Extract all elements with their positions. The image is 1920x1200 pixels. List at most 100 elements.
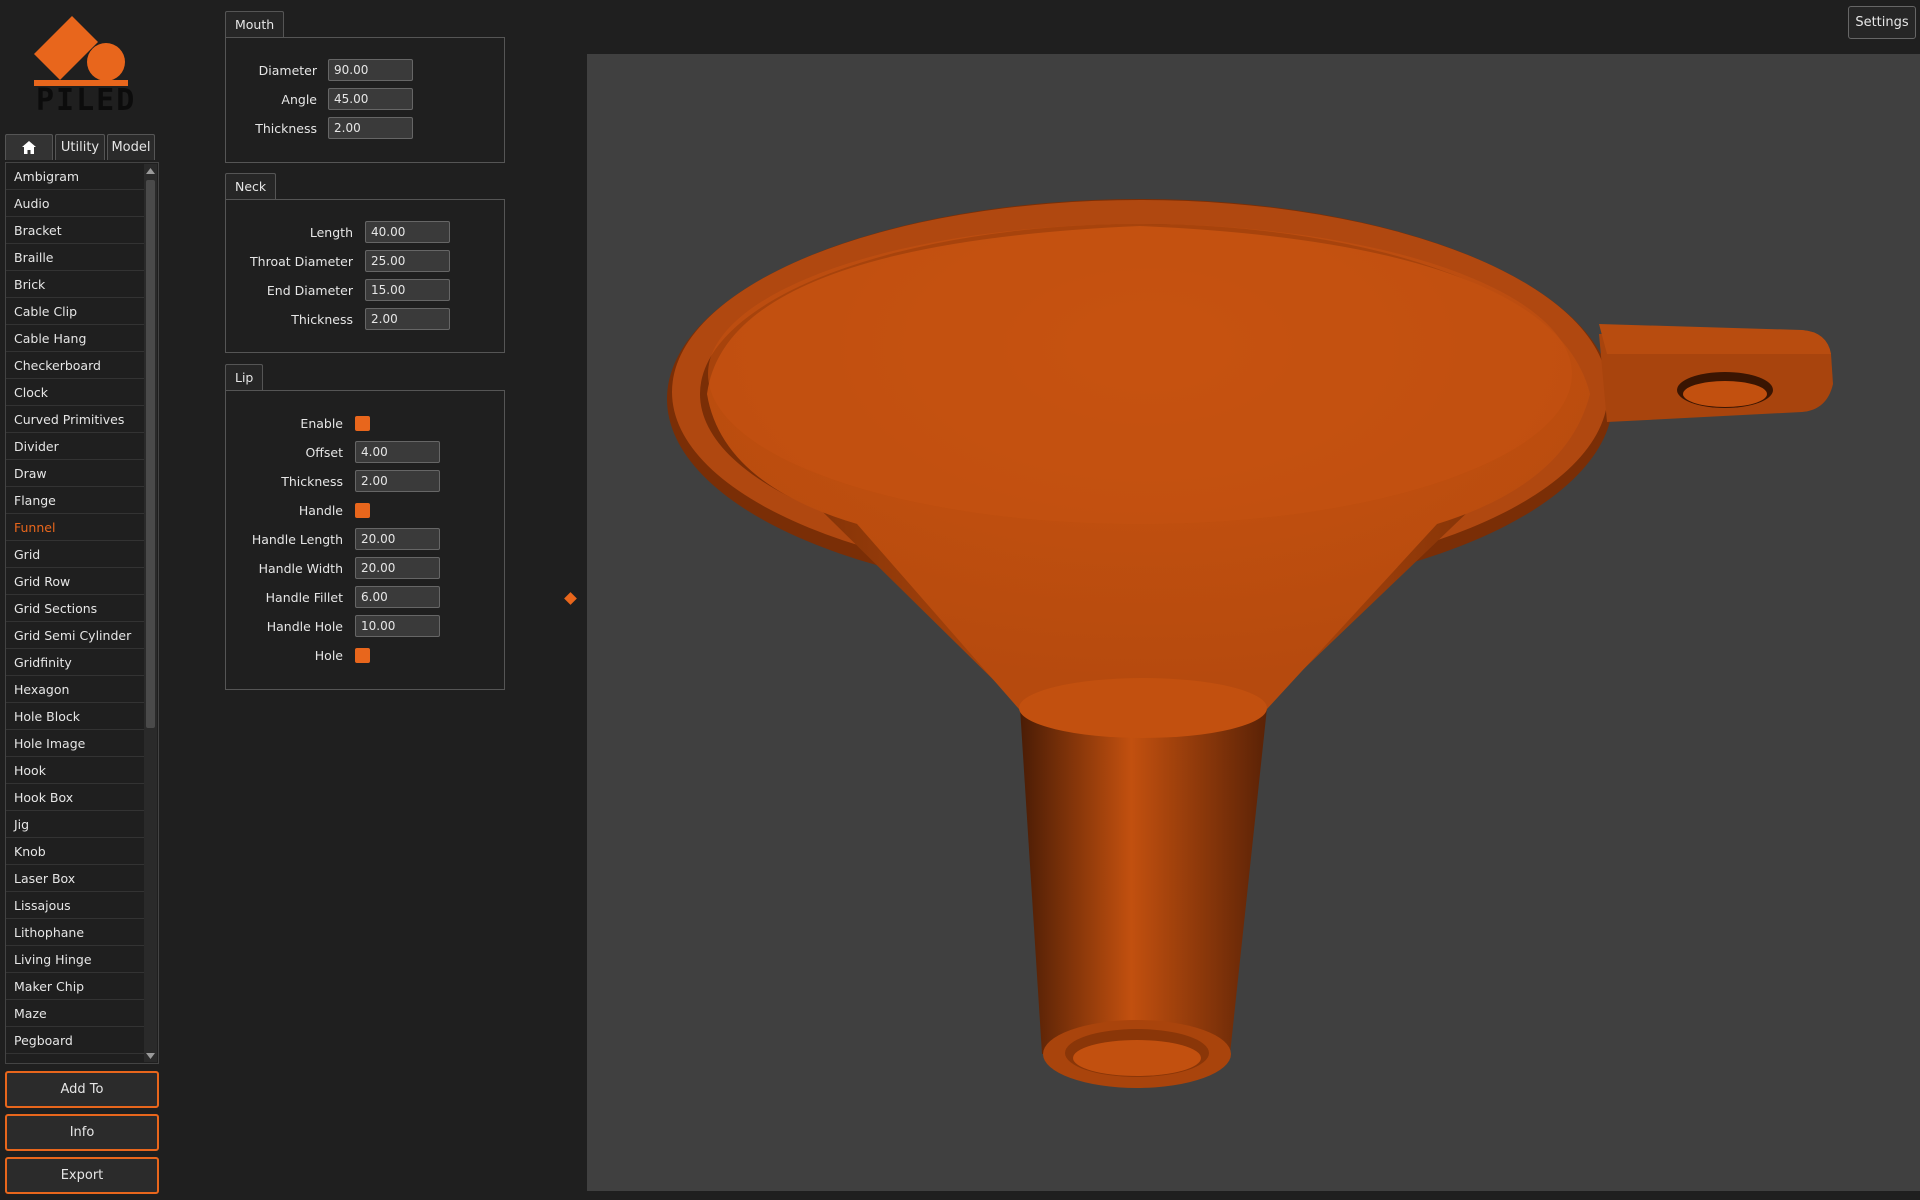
model-list-item[interactable]: Ambigram	[6, 163, 144, 190]
neck-group-title: Neck	[225, 173, 277, 199]
category-tabs: Utility Model	[5, 134, 155, 160]
mouth-angle-input[interactable]	[328, 88, 413, 110]
model-list-item[interactable]: Grid Row	[6, 568, 144, 595]
lip-handle-width-input[interactable]	[355, 557, 440, 579]
splitter-handle[interactable]	[564, 592, 577, 605]
lip-handle-fillet-input[interactable]	[355, 586, 440, 608]
model-list-item[interactable]: Hole Image	[6, 730, 144, 757]
model-list-item[interactable]: Grid	[6, 541, 144, 568]
mouth-diameter-input[interactable]	[328, 59, 413, 81]
model-list-item[interactable]: Cable Hang	[6, 325, 144, 352]
model-list-item[interactable]: Grid Semi Cylinder	[6, 622, 144, 649]
mouth-thickness-label: Thickness	[255, 120, 317, 136]
lip-enable-checkbox[interactable]	[355, 415, 370, 431]
model-list-item[interactable]: Braille	[6, 244, 144, 271]
neck-throat-diameter-row: Throat Diameter	[225, 249, 450, 273]
model-list-item[interactable]: Maze	[6, 1000, 144, 1027]
model-list-item[interactable]: Curved Primitives	[6, 406, 144, 433]
lip-handle-fillet-label: Handle Fillet	[265, 589, 343, 605]
3d-viewport[interactable]	[587, 54, 1920, 1191]
neck-end-diameter-input[interactable]	[365, 279, 450, 301]
mouth-thickness-input[interactable]	[328, 117, 413, 139]
model-list-item[interactable]: Draw	[6, 460, 144, 487]
tab-model[interactable]: Model	[107, 134, 155, 160]
model-list-item[interactable]: Jig	[6, 811, 144, 838]
neck-throat-diameter-input[interactable]	[365, 250, 450, 272]
model-list-item[interactable]: Checkerboard	[6, 352, 144, 379]
tab-utility[interactable]: Utility	[55, 134, 105, 160]
lip-handle-hole-row: Handle Hole	[225, 614, 440, 638]
model-list-item[interactable]: Audio	[6, 190, 144, 217]
neck-length-input[interactable]	[365, 221, 450, 243]
lip-handle-width-label: Handle Width	[258, 560, 343, 576]
lip-handle-width-row: Handle Width	[225, 556, 440, 580]
lip-offset-row: Offset	[225, 440, 440, 464]
lip-handle-hole-label: Handle Hole	[266, 618, 343, 634]
model-list-item[interactable]: Pegboard	[6, 1027, 144, 1054]
lip-thickness-row: Thickness	[225, 469, 440, 493]
model-list-item[interactable]: Clock	[6, 379, 144, 406]
lip-hole-label: Hole	[314, 647, 343, 663]
neck-end-diameter-label: End Diameter	[266, 282, 353, 298]
neck-thickness-label: Thickness	[291, 311, 353, 327]
model-list-item[interactable]: Maker Chip	[6, 973, 144, 1000]
export-button[interactable]: Export	[5, 1157, 159, 1194]
lip-offset-input[interactable]	[355, 441, 440, 463]
scrollbar-thumb[interactable]	[146, 180, 155, 728]
model-list-item[interactable]: Gridfinity	[6, 649, 144, 676]
model-list-item[interactable]: Grid Sections	[6, 595, 144, 622]
lip-hole-checkbox[interactable]	[355, 647, 370, 663]
mouth-diameter-row: Diameter	[225, 58, 413, 82]
model-list-scrollbar[interactable]	[144, 164, 157, 1062]
add-to-button[interactable]: Add To	[5, 1071, 159, 1108]
lip-handle-length-label: Handle Length	[251, 531, 343, 547]
lip-thickness-input[interactable]	[355, 470, 440, 492]
model-list-item[interactable]: Hexagon	[6, 676, 144, 703]
neck-throat-diameter-label: Throat Diameter	[250, 253, 353, 269]
model-list-item[interactable]: Flange	[6, 487, 144, 514]
info-button[interactable]: Info	[5, 1114, 159, 1151]
home-icon	[22, 141, 36, 154]
neck-end-diameter-row: End Diameter	[225, 278, 450, 302]
model-list-item[interactable]: Divider	[6, 433, 144, 460]
model-list-item[interactable]: Living Hinge	[6, 946, 144, 973]
model-list-item[interactable]: Knob	[6, 838, 144, 865]
lip-handle-length-input[interactable]	[355, 528, 440, 550]
lip-offset-label: Offset	[305, 444, 343, 460]
model-list-item[interactable]: Lissajous	[6, 892, 144, 919]
mouth-group-title: Mouth	[225, 11, 285, 37]
neck-thickness-input[interactable]	[365, 308, 450, 330]
scroll-up-arrow-icon[interactable]	[144, 164, 157, 177]
model-list-item[interactable]: Cable Clip	[6, 298, 144, 325]
neck-length-label: Length	[309, 224, 353, 240]
model-list-item[interactable]: Funnel	[6, 514, 144, 541]
neck-length-row: Length	[225, 220, 450, 244]
neck-thickness-row: Thickness	[225, 307, 450, 331]
lip-enable-row: Enable	[225, 411, 370, 435]
settings-button[interactable]: Settings	[1848, 6, 1916, 39]
model-list-item[interactable]: Brick	[6, 271, 144, 298]
model-list[interactable]: Ambigram Audio Bracket Braille Brick Cable Cl…	[5, 162, 159, 1064]
model-list-item[interactable]: Hole Block	[6, 703, 144, 730]
mouth-thickness-row: Thickness	[225, 116, 413, 140]
tab-home[interactable]	[5, 134, 53, 160]
model-list-item[interactable]: Hook Box	[6, 784, 144, 811]
model-list-item[interactable]: Bracket	[6, 217, 144, 244]
piled-logo: PILED	[34, 16, 134, 120]
mouth-angle-row: Angle	[225, 87, 413, 111]
lip-handle-checkbox[interactable]	[355, 502, 370, 518]
lip-handle-length-row: Handle Length	[225, 527, 440, 551]
lip-group-title: Lip	[225, 364, 264, 390]
model-list-items: Ambigram Audio Bracket Braille Brick Cable Cl…	[6, 163, 144, 1054]
lip-hole-row: Hole	[225, 643, 370, 667]
lip-handle-label: Handle	[298, 502, 343, 518]
model-list-item[interactable]: Lithophane	[6, 919, 144, 946]
model-list-item[interactable]: Hook	[6, 757, 144, 784]
mouth-diameter-label: Diameter	[258, 62, 317, 78]
lip-enable-label: Enable	[300, 415, 343, 431]
lip-thickness-label: Thickness	[281, 473, 343, 489]
lip-handle-hole-input[interactable]	[355, 615, 440, 637]
lip-handle-fillet-row: Handle Fillet	[225, 585, 440, 609]
model-list-item[interactable]: Laser Box	[6, 865, 144, 892]
scroll-down-arrow-icon[interactable]	[144, 1049, 157, 1062]
